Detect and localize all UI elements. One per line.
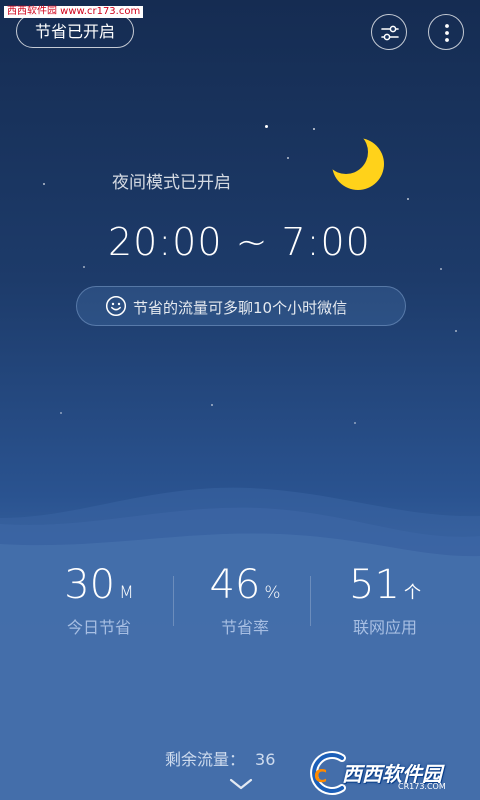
stat-unit: M (119, 583, 134, 603)
remaining-traffic-value: 36 (255, 750, 276, 769)
stat-divider (173, 576, 174, 626)
crescent-moon-icon (332, 138, 384, 190)
star-decoration (265, 125, 268, 128)
night-mode-time-range: 20:00 ~ 7:00 (108, 220, 371, 264)
stat-value: 51 个 (349, 562, 421, 608)
night-mode-screen: 西西软件园 www.cr173.com 节省已开启 夜间模式已开启 20:00 (0, 0, 480, 800)
stat-divider (310, 576, 311, 626)
night-mode-label: 夜间模式已开启 (112, 173, 231, 193)
more-options-button[interactable] (428, 14, 464, 50)
chevron-down-icon[interactable] (228, 776, 254, 792)
stat-unit: 个 (403, 583, 421, 603)
more-vertical-icon (445, 24, 449, 42)
stat-label: 今日节省 (66, 618, 131, 637)
star-decoration (211, 404, 213, 406)
star-decoration (313, 128, 315, 130)
svg-text:C: C (314, 766, 327, 787)
stat-value: 46% (209, 562, 281, 608)
remaining-traffic-label: 剩余流量： (165, 750, 246, 769)
stat-label: 节省率 (220, 618, 269, 637)
smile-icon (105, 295, 127, 317)
watermark-logo: C 西西软件园 CR173.COM (298, 748, 470, 796)
watermark-logo-subtext: CR173.COM (398, 782, 446, 791)
star-decoration (83, 266, 85, 268)
star-decoration (43, 183, 45, 185)
savings-status-button[interactable]: 节省已开启 (16, 14, 135, 48)
filter-button[interactable] (371, 14, 407, 50)
star-decoration (407, 198, 409, 200)
star-decoration (440, 268, 442, 270)
star-decoration (287, 157, 289, 159)
stat-unit: % (264, 583, 281, 603)
stat-value: 30 M (64, 562, 134, 608)
stat-savings-rate: 46% 节省率 (175, 562, 315, 638)
savings-info-banner: 节省的流量可多聊10个小时微信 (76, 286, 406, 326)
sliders-icon (381, 25, 399, 41)
stat-label: 联网应用 (352, 618, 417, 637)
star-decoration (455, 330, 457, 332)
savings-info-text: 节省的流量可多聊10个小时微信 (133, 299, 348, 317)
star-decoration (354, 422, 356, 424)
stat-today-saved: 30 M 今日节省 (29, 562, 169, 638)
star-decoration (60, 412, 62, 414)
stat-networked-apps[interactable]: 51 个 联网应用 (315, 562, 455, 638)
remaining-traffic: 剩余流量： 36 (165, 746, 275, 770)
